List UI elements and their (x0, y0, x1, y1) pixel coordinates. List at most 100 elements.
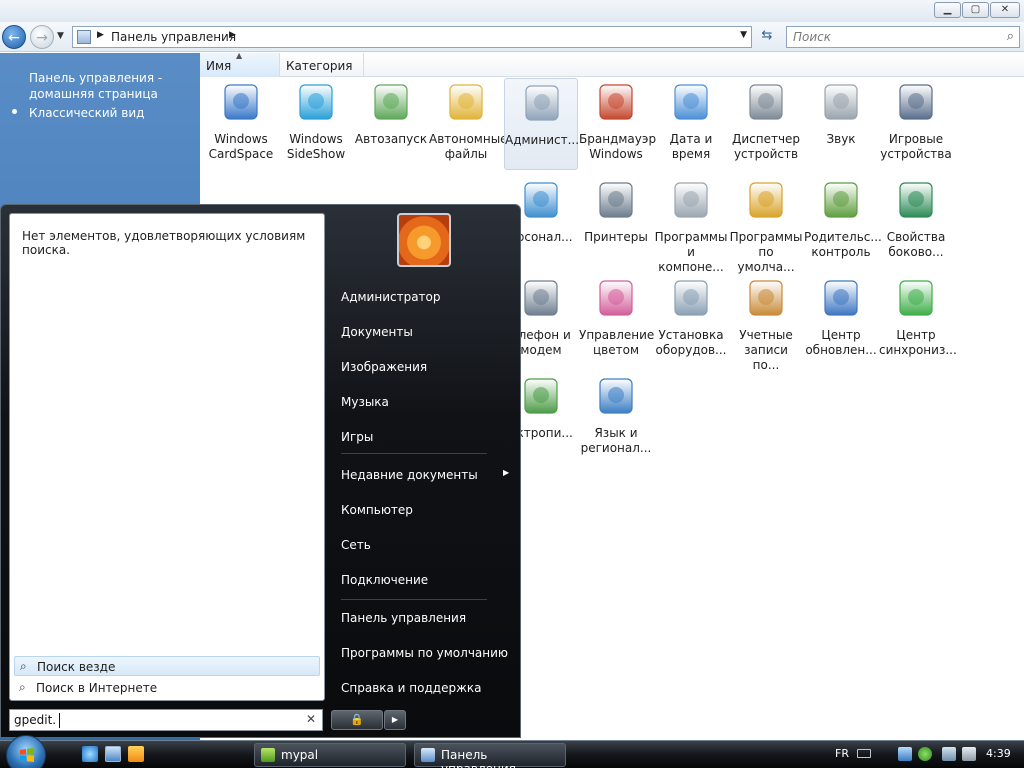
cp-item-label: Брандмауэр Windows (579, 132, 657, 161)
cp-item[interactable]: Админист... (504, 78, 579, 170)
start-menu-item[interactable]: Компьютер (341, 503, 413, 517)
start-menu-item[interactable]: Музыка (341, 395, 389, 409)
address-dropdown-icon[interactable]: ▼ (740, 30, 747, 40)
cp-item[interactable]: Центр обновлен... (804, 274, 878, 366)
cp-item[interactable]: Звук (804, 78, 878, 170)
cp-item[interactable]: Программы по умолча... (729, 176, 803, 274)
parental-controls-icon (820, 178, 862, 222)
cp-item[interactable]: Автономные файлы (429, 78, 508, 170)
cp-item[interactable]: Центр синхрониз... (879, 274, 957, 366)
cp-item[interactable]: Управление цветом (579, 274, 654, 366)
cp-item[interactable]: Свойства боково... (879, 176, 953, 268)
keyboard-icon[interactable] (857, 749, 871, 758)
cp-item[interactable]: Учетные записи по... (729, 274, 803, 372)
lock-button[interactable]: 🔒 (331, 710, 383, 730)
search-internet-item[interactable]: ⌕ Поиск в Интернете (14, 678, 320, 698)
start-menu-item[interactable]: Изображения (341, 360, 427, 374)
search-internet-label: Поиск в Интернете (36, 681, 158, 695)
cp-item[interactable]: Windows CardSpace (204, 78, 278, 170)
search-everywhere-item[interactable]: ⌕ Поиск везде (14, 656, 320, 676)
taskbar-button-control-panel[interactable]: Панель управления (414, 743, 566, 768)
cp-item-label: Диспетчер устройств (731, 132, 801, 161)
cp-item[interactable]: Автозапуск (354, 78, 428, 170)
menu-separator (341, 453, 487, 454)
color-management-icon (595, 276, 637, 320)
minimize-button[interactable]: ▁ (934, 2, 961, 18)
maximize-button[interactable]: ▢ (962, 2, 989, 18)
start-menu-item[interactable]: Подключение (341, 573, 428, 587)
start-search-input[interactable]: gpedit. ✕ (9, 709, 323, 731)
classic-view-link[interactable]: Классический вид (29, 106, 144, 120)
menu-separator (341, 599, 487, 600)
cp-item[interactable]: Принтеры (579, 176, 653, 268)
network-icon[interactable] (898, 747, 912, 761)
date-time-icon (670, 80, 712, 124)
sync-center-icon (895, 276, 937, 320)
security-center-icon[interactable] (918, 747, 932, 761)
sidebar-properties-icon (895, 178, 937, 222)
recent-pages-dropdown[interactable]: ▼ (57, 31, 64, 41)
cp-item-label: Дата и время (669, 132, 713, 161)
windows-logo-icon (20, 748, 34, 762)
start-menu-item[interactable]: Панель управления (341, 611, 466, 625)
breadcrumb-arrow-icon[interactable]: ▶ (97, 30, 104, 40)
cp-item[interactable]: Диспетчер устройств (729, 78, 803, 170)
sideshow-icon (295, 80, 337, 124)
control-panel-home-link[interactable]: Панель управления - домашняя страница (29, 70, 189, 102)
cp-item-label: Автономные файлы (429, 132, 508, 161)
search-input[interactable]: Поиск ⌕ (786, 26, 1020, 48)
cp-item-label: Родительс... контроль (804, 230, 882, 259)
start-menu-item[interactable]: Программы по умолчанию (341, 646, 508, 660)
internet-explorer-icon[interactable] (82, 746, 98, 762)
search-icon[interactable]: ⌕ (1007, 29, 1014, 44)
cp-item-label: Центр синхрониз... (879, 328, 957, 357)
close-button[interactable]: ✕ (990, 2, 1020, 18)
start-menu-item[interactable]: Сеть (341, 538, 371, 552)
programs-features-icon (670, 178, 712, 222)
volume-muted-icon[interactable] (962, 747, 976, 761)
cp-item-label: Программы и компоне... (654, 230, 728, 274)
taskbar-button-mypal[interactable]: mypal (254, 743, 406, 767)
address-field[interactable]: ▶ Панель управления ▶ ▼ (72, 26, 752, 48)
cp-item[interactable]: Дата и время (654, 78, 728, 170)
cp-item[interactable]: Windows SideShow (279, 78, 353, 170)
column-name[interactable]: Имя ▲ (200, 51, 280, 77)
forward-button[interactable]: → (30, 25, 54, 49)
refresh-icon[interactable]: ⇆ (756, 27, 778, 47)
column-name-label: Имя (206, 59, 232, 73)
user-avatar[interactable] (397, 213, 451, 267)
cp-item[interactable]: Родительс... контроль (804, 176, 882, 268)
language-indicator[interactable]: FR (835, 747, 849, 760)
start-button[interactable] (6, 735, 46, 768)
taskbar-button-label: mypal (281, 748, 319, 762)
start-menu-item[interactable]: Недавние документы (341, 468, 478, 482)
back-button[interactable]: ← (2, 25, 26, 49)
cp-item[interactable]: Брандмауэр Windows (579, 78, 657, 170)
game-controllers-icon (895, 80, 937, 124)
start-menu-item[interactable]: Администратор (341, 290, 441, 304)
cp-item-label: Свойства боково... (886, 230, 946, 259)
column-category[interactable]: Категория (280, 53, 364, 77)
cp-item-label: Программы по умолча... (729, 230, 803, 274)
start-menu-item[interactable]: Справка и поддержка (341, 681, 482, 695)
mypal-icon (261, 748, 275, 762)
shutdown-options-button[interactable]: ▶ (384, 710, 406, 730)
search-results-pane: Нет элементов, удовлетворяющих условиям … (9, 213, 325, 701)
breadcrumb-control-panel[interactable]: Панель управления (111, 30, 236, 44)
cp-item[interactable]: Установка оборудов... (654, 274, 728, 366)
start-menu-item[interactable]: Игры (341, 430, 373, 444)
clear-search-icon[interactable]: ✕ (306, 712, 316, 726)
search-placeholder: Поиск (793, 30, 832, 44)
show-desktop-icon[interactable] (105, 746, 121, 762)
network-status-icon[interactable] (942, 747, 956, 761)
cp-item[interactable]: Язык и регионал... (579, 372, 653, 464)
firewall-icon (595, 80, 637, 124)
breadcrumb-arrow-icon[interactable]: ▶ (229, 30, 236, 40)
cp-item[interactable]: Игровые устройства (879, 78, 953, 170)
cp-item-label: Автозапуск (354, 132, 428, 146)
search-everywhere-label: Поиск везде (37, 660, 116, 674)
media-player-icon[interactable] (128, 746, 144, 762)
clock[interactable]: 4:39 (986, 747, 1011, 760)
cp-item[interactable]: Программы и компоне... (654, 176, 728, 274)
start-menu-item[interactable]: Документы (341, 325, 413, 339)
